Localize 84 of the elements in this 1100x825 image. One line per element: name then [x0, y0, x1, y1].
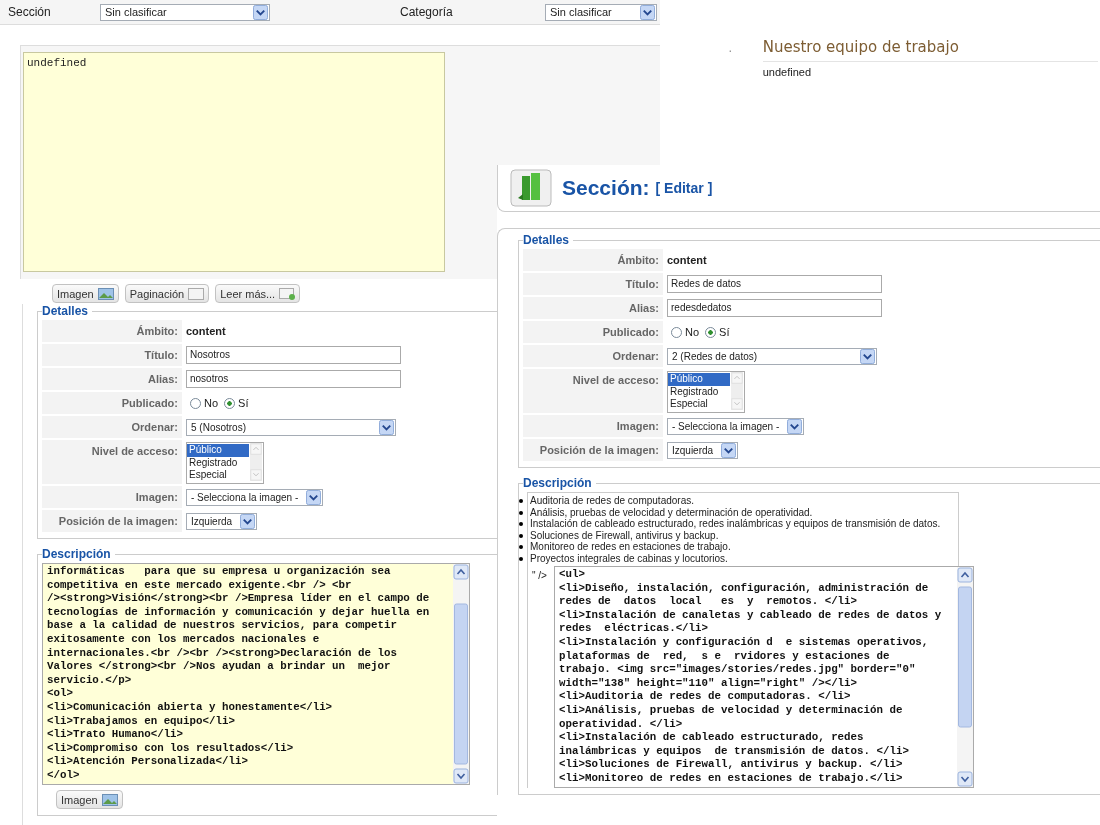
code-editor[interactable]: informáticas para que su empresa u organización sea competitiva en este mercado exigente.<br /> <br /><strong>Visión</strong><br />Empresa líder en el campo de tecnologías de información y comunicación y dejar huella en base a la calidad de nuestros servicios, para competir exitosamente con los mercados nacionales e internacionales.<br /><br /><strong>Declaración de los Valores </strong><br />Nos ayudan a brindar un mejor servicio.</p> <ol> <li>Comunicación abierta y honestamente</li> <li>Trabajamos en equipo</li> <li>Trato Humano</li> <li>Compromiso con los resultados</li> <li>Atención Personalizada</li> </ol>: [42, 563, 470, 785]
input-field[interactable]: Nosotros: [186, 346, 401, 364]
input-field[interactable]: nosotros: [186, 370, 401, 388]
article-title[interactable]: Nuestro equipo de trabajo: [762, 38, 1098, 62]
read-more-button[interactable]: Leer más...: [215, 284, 301, 303]
list-item: Auditoria de redes de computadoras.: [519, 495, 958, 507]
field-label: Posición de la imagen:: [523, 439, 663, 461]
list-option[interactable]: Especial: [668, 398, 730, 411]
fieldset-legend: Descripción: [42, 547, 115, 561]
bullet: ·: [728, 42, 733, 60]
image-icon: [101, 793, 118, 806]
code-editor[interactable]: <ul> <li>Diseño, instalación, configuración, administración de redes de datos local es y remotos. </li> <li>Instalación de canaletas y cableado de redes de datos y redes eléctricas.</li> <li>Instalación y configuración d e sistemas operativos, plataformas de red, s e rvidores y estaciones de trabajo. <img src="images/stories/redes.jpg" border="0" width="138" height="110" align="right" /></li> <li>Auditoria de redes de computadoras. </li> <li>Análisis, pruebas de velocidad y determinación de operatividad. </li> <li>Instalación de cableado estructurado, redes inalámbricas y equipos de transmisión de datos. </li> <li>Soluciones de Firewall, antivirus y backup. </li> <li>Monitoreo de redes en estaciones de trabajo.</li>: [554, 566, 974, 788]
field-label: Nivel de acceso:: [523, 369, 663, 413]
stray-markup-text: " />: [531, 569, 548, 581]
field-label: Publicado:: [42, 392, 182, 414]
radio-option[interactable]: Sí: [705, 326, 730, 338]
page-break-icon: [188, 287, 205, 300]
scrollbar[interactable]: [957, 567, 973, 787]
image-button[interactable]: Imagen: [52, 284, 119, 303]
chevron-down-icon: [860, 348, 875, 364]
field-label: Publicado:: [523, 321, 663, 343]
radio-option[interactable]: No: [671, 326, 700, 338]
dropdown[interactable]: - Selecciona la imagen -: [667, 417, 805, 435]
field-label: Título:: [42, 344, 182, 366]
image-icon: [97, 287, 114, 300]
scrollbar[interactable]: [249, 443, 263, 481]
text-editor[interactable]: undefined: [23, 52, 445, 272]
chevron-down-icon: [379, 419, 394, 435]
list-option[interactable]: Registrado: [668, 385, 730, 398]
input-field[interactable]: Redes de datos: [667, 275, 882, 293]
fieldset-legend: Detalles: [42, 304, 93, 318]
access-listbox[interactable]: Público Registrado Especial: [667, 371, 745, 413]
section-label: Sección: [8, 5, 52, 19]
page-plus-icon: [279, 287, 296, 300]
field-label: Nivel de acceso:: [42, 440, 182, 484]
field-value: content: [667, 254, 707, 266]
chevron-down-icon: [640, 4, 655, 20]
input-field[interactable]: redesdedatos: [667, 299, 882, 317]
image-button[interactable]: Imagen: [56, 790, 123, 809]
dropdown[interactable]: 5 (Nosotros): [186, 418, 396, 436]
field-label: Ordenar:: [523, 345, 663, 367]
dropdown[interactable]: - Selecciona la imagen -: [186, 488, 324, 506]
field-label: Título:: [523, 273, 663, 295]
field-label: Alias:: [42, 368, 182, 390]
list-option[interactable]: Registrado: [187, 456, 249, 469]
dropdown[interactable]: 2 (Redes de datos): [667, 347, 877, 365]
scrollbar[interactable]: [730, 372, 744, 410]
scrollbar[interactable]: [453, 564, 469, 784]
dropdown[interactable]: Izquierda: [667, 441, 739, 459]
field-label: Imagen:: [42, 486, 182, 508]
list-option[interactable]: Público: [187, 444, 249, 457]
field-label: Ámbito:: [523, 249, 663, 271]
list-item: Monitoreo de redes en estaciones de trabajo.: [519, 541, 958, 553]
field-label: Ordenar:: [42, 416, 182, 438]
fieldset-legend: Detalles: [523, 233, 574, 247]
article-text: undefined: [762, 66, 812, 78]
field-label: Posición de la imagen:: [42, 510, 182, 532]
chevron-down-icon: [787, 418, 803, 434]
list-option[interactable]: Público: [668, 373, 730, 386]
page-title: Sección:: [562, 176, 650, 200]
chevron-down-icon: [253, 4, 268, 20]
chevron-down-icon: [721, 442, 737, 458]
chevron-down-icon: [306, 489, 322, 505]
list-option[interactable]: Especial: [187, 469, 249, 482]
list-item: Soluciones de Firewall, antivirus y backup.: [519, 529, 958, 541]
section-icon: [510, 168, 552, 208]
field-label: Ámbito:: [42, 320, 182, 342]
category-label: Categoría: [400, 5, 454, 19]
dropdown[interactable]: Izquierda: [186, 512, 258, 530]
field-label: Alias:: [523, 297, 663, 319]
chevron-down-icon: [240, 513, 256, 529]
list-item: Proyectos integrales de cabinas y locutorios.: [519, 552, 958, 564]
list-item: Instalación de cableado estructurado, redes inalámbricas y equipos de transmisión de datos.: [519, 518, 958, 530]
field-value: content: [186, 325, 226, 337]
category-dropdown[interactable]: Sin clasificar: [545, 3, 657, 21]
section-dropdown[interactable]: Sin clasificar: [100, 3, 270, 21]
radio-option[interactable]: Sí: [224, 397, 249, 409]
pagination-button[interactable]: Paginación: [124, 284, 210, 303]
field-label: Imagen:: [523, 415, 663, 437]
list-item: Análisis, pruebas de velocidad y determinación de operatividad.: [519, 506, 958, 518]
fieldset-legend: Descripción: [523, 476, 596, 490]
access-listbox[interactable]: Público Registrado Especial: [186, 442, 264, 484]
edit-link[interactable]: [ Editar ]: [655, 180, 713, 196]
radio-option[interactable]: No: [190, 397, 219, 409]
